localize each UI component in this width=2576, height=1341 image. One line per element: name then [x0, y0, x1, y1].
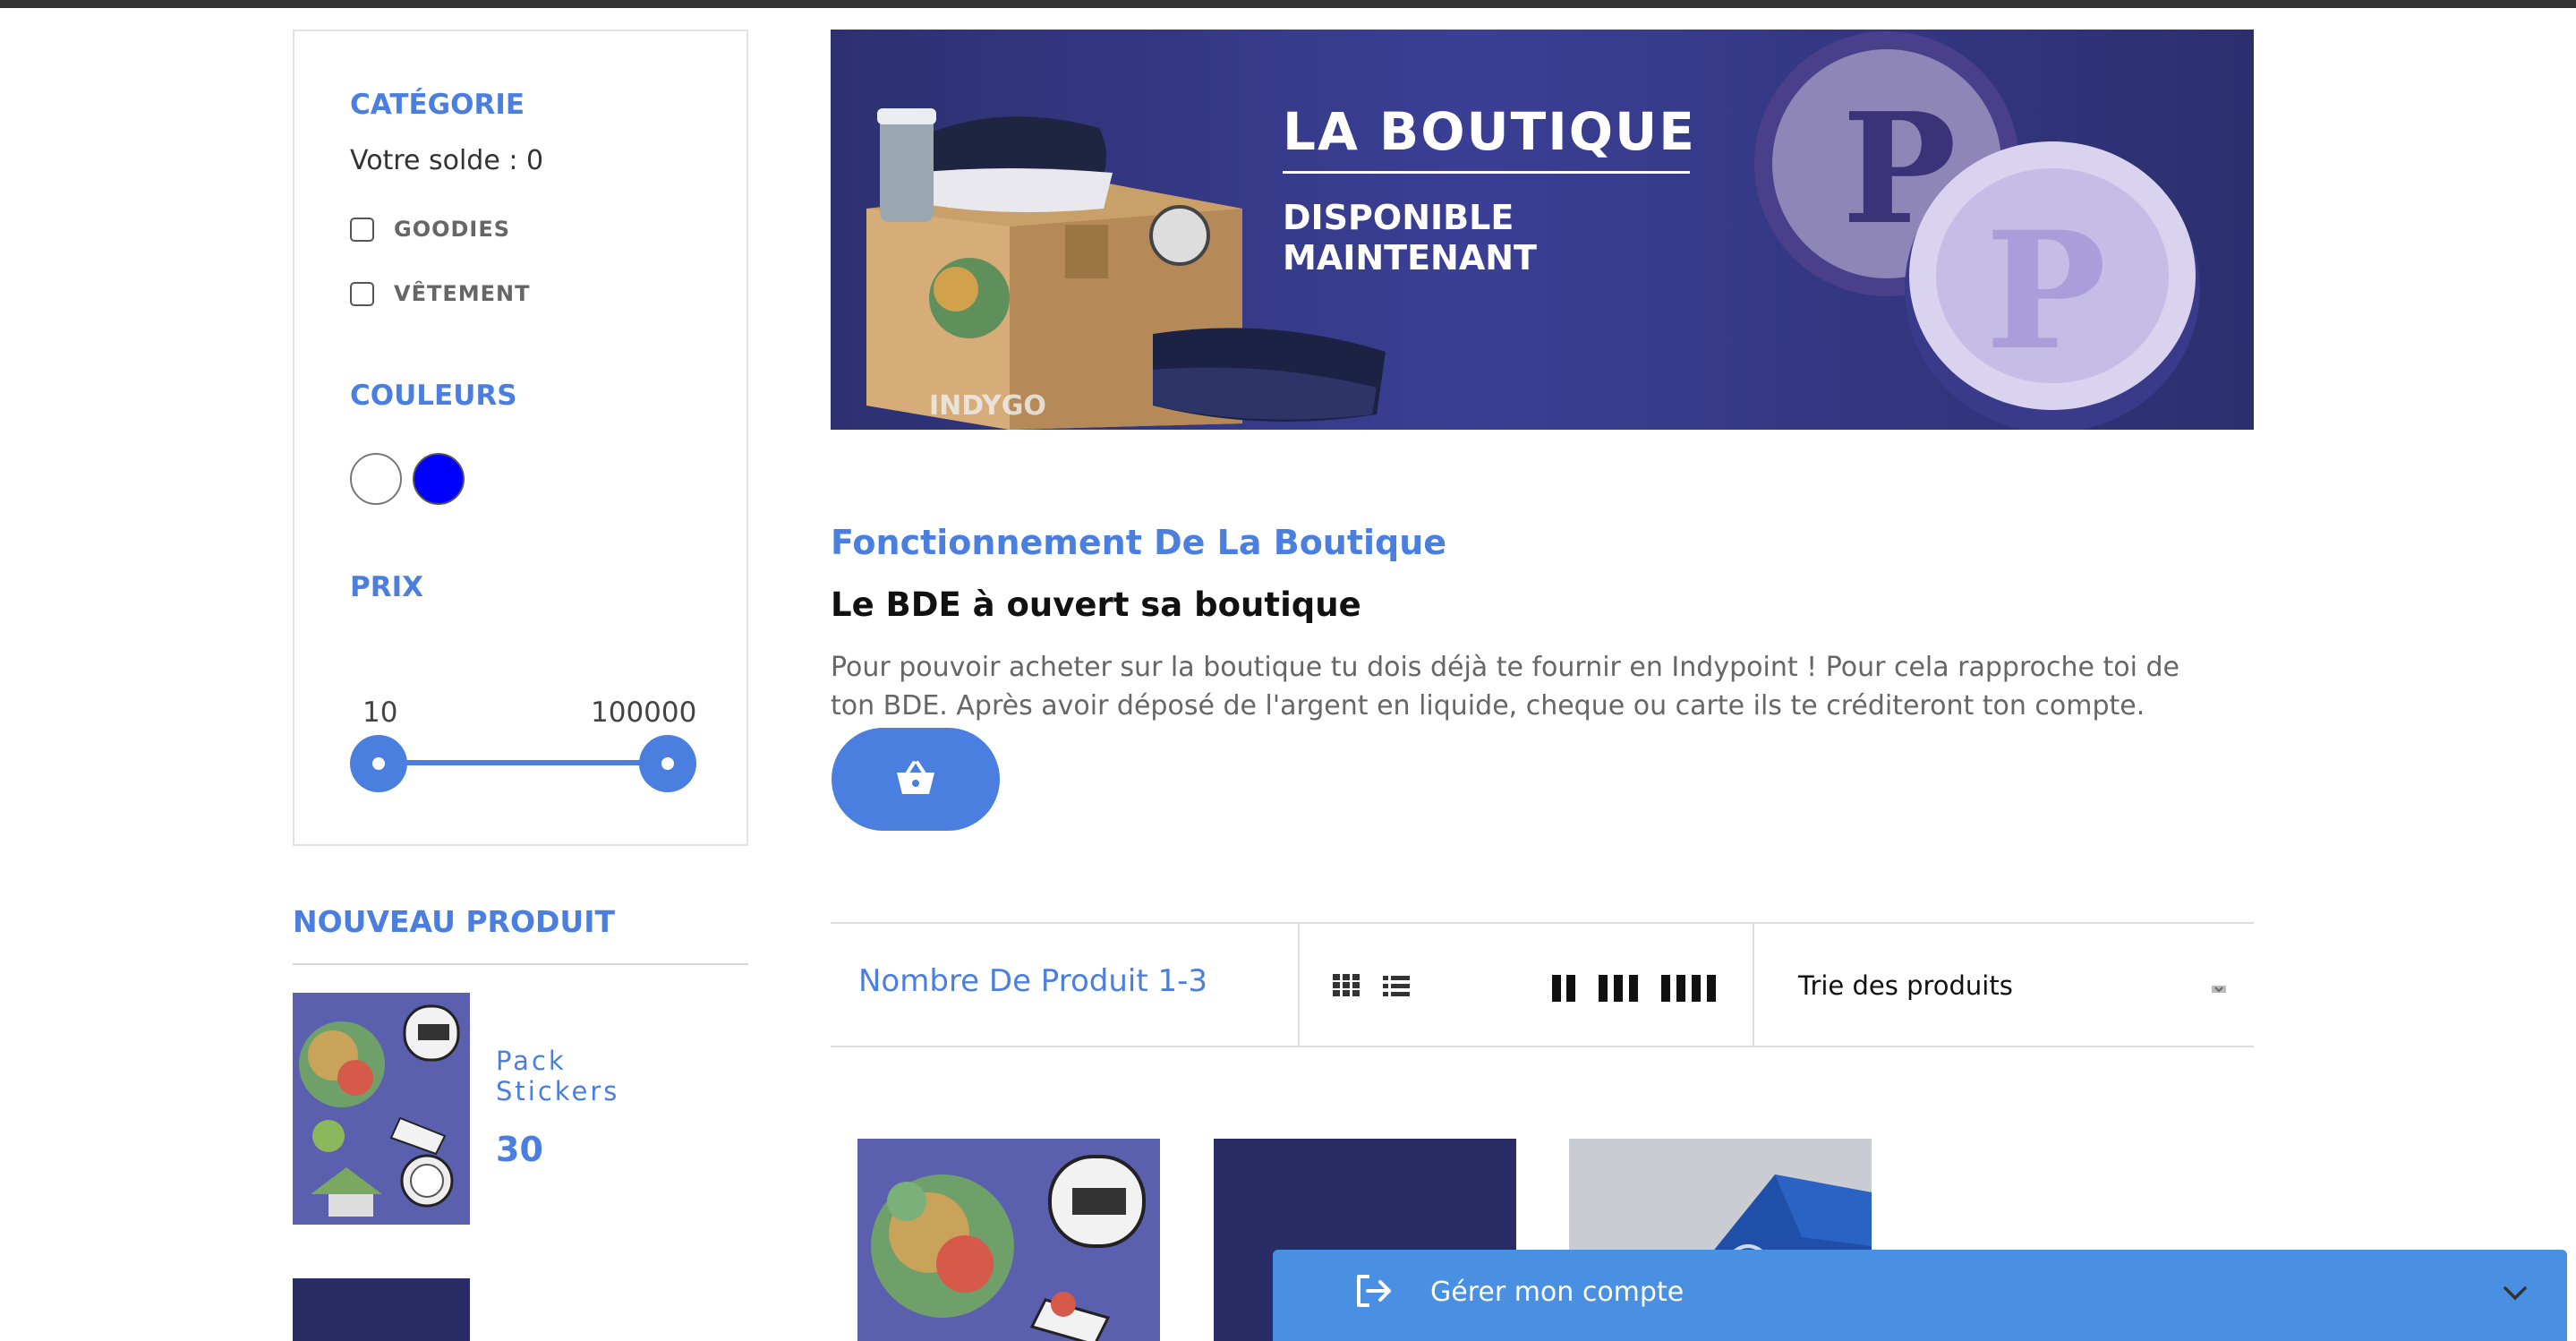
section-heading: Le BDE à ouvert sa boutique	[831, 585, 1361, 624]
banner-subtitle-line1: DISPONIBLE	[1283, 198, 1514, 237]
svg-text:P: P	[1985, 197, 2106, 386]
sort-select[interactable]: Trie des produits	[1798, 970, 2013, 1001]
new-product-divider	[293, 963, 748, 965]
price-min-handle[interactable]	[350, 735, 407, 792]
colors-title: COULEURS	[350, 380, 517, 412]
section-title: Fonctionnement De La Boutique	[831, 523, 1447, 562]
color-swatch-white[interactable]	[350, 453, 402, 505]
product-count: Nombre De Produit 1-3	[858, 963, 1207, 999]
chevron-down-icon[interactable]	[2503, 1285, 2528, 1305]
new-product-image[interactable]	[293, 993, 470, 1225]
basket-icon	[895, 760, 936, 799]
color-swatch-blue[interactable]	[413, 453, 465, 505]
four-columns-icon[interactable]	[1661, 975, 1717, 1005]
balance-text: Votre solde : 0	[350, 145, 544, 176]
category-vetement[interactable]: VÊTEMENT	[350, 281, 530, 306]
price-min-value: 10	[363, 696, 398, 729]
category-goodies[interactable]: GOODIES	[350, 217, 510, 242]
two-columns-icon[interactable]	[1550, 975, 1577, 1005]
price-max-value: 100000	[591, 696, 697, 729]
section-paragraph: Pour pouvoir acheter sur la boutique tu …	[831, 652, 2179, 722]
filter-panel: CATÉGORIE Votre solde : 0 GOODIES VÊTEME…	[293, 30, 748, 846]
price-slider-track[interactable]	[377, 760, 645, 765]
shop-banner: INDYGO P P LA BOUTIQUE DISPONIBLE MAINTE…	[831, 30, 2254, 430]
banner-brand: INDYGO	[929, 390, 1046, 422]
goodies-checkbox[interactable]	[350, 217, 374, 242]
vetement-checkbox[interactable]	[350, 281, 374, 306]
goodies-label: GOODIES	[394, 217, 511, 242]
banner-title: LA BOUTIQUE	[1283, 101, 1696, 162]
grid-view-icon[interactable]	[1333, 974, 1360, 1001]
product-toolbar: Nombre De Produit 1-3 Trie des produits	[831, 922, 2254, 1047]
basket-button[interactable]	[832, 728, 1000, 831]
logout-icon	[1353, 1273, 1393, 1312]
banner-subtitle: DISPONIBLE MAINTENANT	[1283, 198, 1641, 278]
account-label: Gérer mon compte	[1430, 1277, 1685, 1308]
account-bar[interactable]: Gérer mon compte	[1273, 1250, 2567, 1341]
new-product-price: 30	[496, 1130, 543, 1169]
sort-dropdown-icon[interactable]	[2212, 981, 2226, 998]
banner-subtitle-line2: MAINTENANT	[1283, 238, 1537, 278]
toolbar-divider-1	[1298, 924, 1300, 1047]
browser-top-bar	[0, 0, 2576, 8]
price-title: PRIX	[350, 571, 424, 603]
three-columns-icon[interactable]	[1599, 975, 1640, 1005]
new-product-name[interactable]: Pack Stickers	[496, 1046, 630, 1106]
category-title: CATÉGORIE	[350, 89, 525, 121]
toolbar-divider-2	[1753, 924, 1754, 1047]
list-view-icon[interactable]	[1383, 975, 1410, 1002]
vetement-label: VÊTEMENT	[394, 281, 531, 306]
price-max-handle[interactable]	[639, 735, 696, 792]
new-product-title: NOUVEAU PRODUIT	[293, 904, 615, 939]
banner-divider	[1283, 171, 1690, 174]
product-card-stickers[interactable]	[857, 1139, 1160, 1341]
